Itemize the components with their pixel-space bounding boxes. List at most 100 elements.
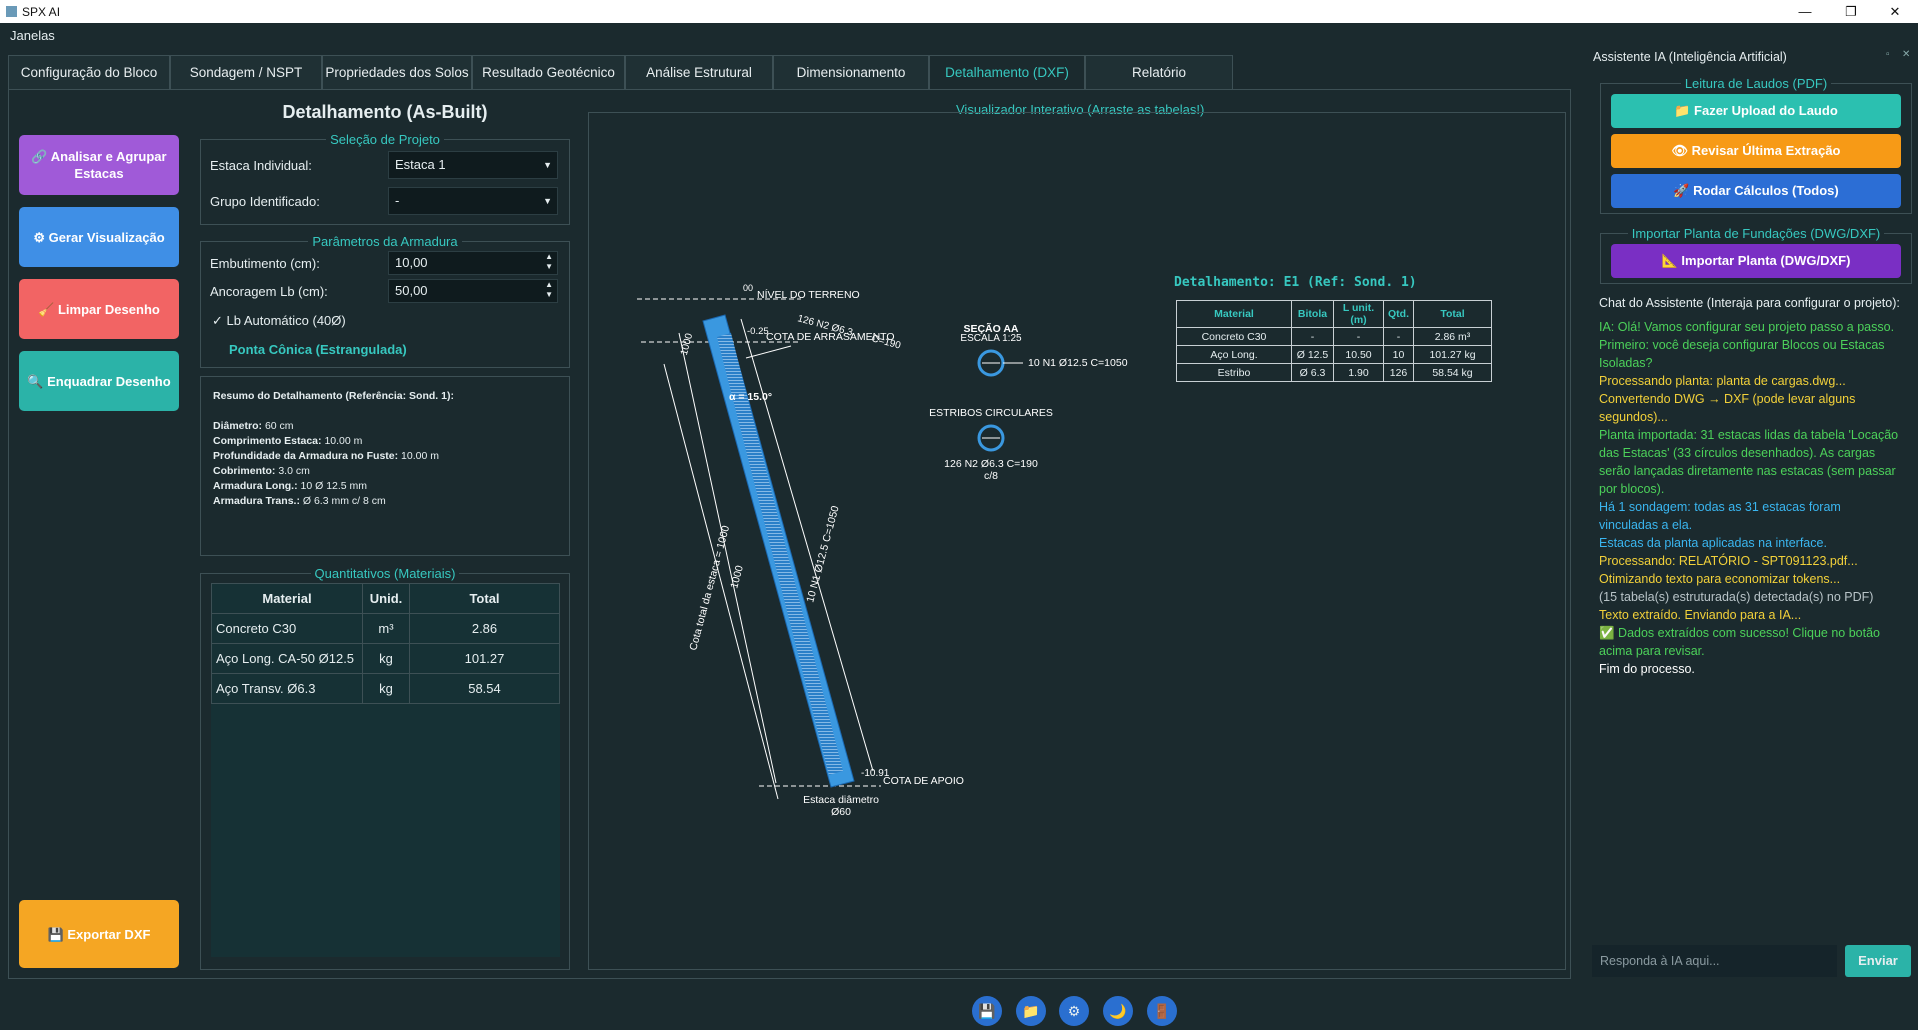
grupo-value: - — [395, 193, 400, 208]
tab-relatorio[interactable]: Relatório — [1085, 55, 1233, 89]
grupo-select[interactable]: - ▼ — [388, 187, 558, 215]
dim-1000-top: 1000 — [679, 332, 695, 357]
table-row[interactable]: Concreto C30 m³ 2.86 — [211, 613, 560, 644]
enquadrar-desenho-button[interactable]: 🔍 Enquadrar Desenho — [19, 351, 179, 411]
tab-detalhamento[interactable]: Detalhamento (DXF) — [929, 55, 1085, 89]
close-button[interactable]: ✕ — [1872, 2, 1918, 21]
chat-message: IA: Olá! Vamos configurar seu projeto pa… — [1599, 320, 1895, 370]
tab-analise[interactable]: Análise Estrutural — [625, 55, 773, 89]
moon-icon[interactable]: 🌙 — [1103, 996, 1133, 1026]
minimize-button[interactable]: — — [1782, 2, 1828, 21]
estaca-label: Estaca Individual: — [210, 158, 312, 173]
table-row[interactable]: Aço Long. CA-50 Ø12.5 kg 101.27 — [211, 643, 560, 674]
tab-configuracao[interactable]: Configuração do Bloco — [8, 55, 170, 89]
rodar-calculos-button[interactable]: 🚀 Rodar Cálculos (Todos) — [1611, 174, 1901, 208]
float-icon[interactable]: ▫ — [1886, 49, 1890, 60]
terreno-value: 00 — [743, 283, 753, 293]
tab-resultado[interactable]: Resultado Geotécnico — [472, 55, 625, 89]
tab-sondagem[interactable]: Sondagem / NSPT — [170, 55, 322, 89]
col-material: Material — [211, 583, 363, 614]
chat-message: Convertendo DWG → DXF (pode levar alguns… — [1599, 392, 1856, 424]
gear-icon[interactable]: ⚙ — [1059, 996, 1089, 1026]
close-panel-icon[interactable]: ✕ — [1902, 49, 1910, 60]
spin-arrows-icon[interactable]: ▲ ▼ — [545, 252, 553, 272]
diametro-label: Estaca diâmetro — [803, 794, 879, 806]
drawing-canvas[interactable]: 00 NÍVEL DO TERRENO -0.25 COTA DE ARRASA… — [589, 113, 1567, 971]
chat-message: ✅ Dados extraídos com sucesso! Clique no… — [1599, 626, 1880, 658]
leitura-legend: Leitura de Laudos (PDF) — [1684, 76, 1828, 91]
embutimento-value: 10,00 — [395, 255, 428, 270]
tab-propriedades[interactable]: Propriedades dos Solos — [322, 55, 472, 89]
maximize-button[interactable]: ❐ — [1828, 2, 1874, 21]
apoio-label: COTA DE APOIO — [883, 775, 964, 787]
revisar-extracao-button[interactable]: 👁 Revisar Última Extração — [1611, 134, 1901, 168]
table-row: Estribo Ø 6.3 1.90 126 58.54 kg — [1176, 363, 1492, 382]
chat-message: (15 tabela(s) estruturada(s) detectada(s… — [1599, 590, 1874, 604]
table-row: Concreto C30- - -2.86 m³ — [1176, 327, 1492, 346]
resumo-box: Resumo do Detalhamento (Referência: Sond… — [200, 376, 570, 556]
upload-laudo-button[interactable]: 📁 Fazer Upload do Laudo — [1611, 94, 1901, 128]
exportar-dxf-button[interactable]: 💾 Exportar DXF — [19, 900, 179, 968]
resumo-row: Armadura Trans.: Ø 6.3 mm c/ 8 cm — [213, 495, 386, 507]
chat-message: Processando planta: planta de cargas.dwg… — [1599, 374, 1846, 388]
enviar-button[interactable]: Enviar — [1845, 945, 1911, 977]
chat-message: Fim do processo. — [1599, 662, 1695, 676]
chat-message: Estacas da planta aplicadas na interface… — [1599, 536, 1827, 550]
ancoragem-label: Ancoragem Lb (cm): — [210, 284, 328, 299]
dxf-viewer[interactable]: 00 NÍVEL DO TERRENO -0.25 COTA DE ARRASA… — [588, 112, 1566, 970]
chat-input[interactable]: Responda à IA aqui... — [1592, 945, 1837, 977]
table-row[interactable]: Aço Transv. Ø6.3 kg 58.54 — [211, 673, 560, 704]
page-title: Detalhamento (As-Built) — [282, 102, 488, 122]
detalhamento-table[interactable]: Material Bitola L unit.(m) Qtd. Total Concre… — [1176, 300, 1492, 382]
estribo-label: 126 N2 Ø6.3 C=190 — [944, 458, 1038, 470]
analisar-agrupar-button[interactable]: 🔗 Analisar e Agrupar Estacas — [19, 135, 179, 195]
armadura-legend: Parâmetros da Armadura — [312, 234, 458, 249]
cota-total-label: Cota total da estaca = 1000 — [687, 524, 732, 652]
chevron-down-icon: ▼ — [543, 160, 552, 170]
detalhamento-table-title[interactable]: Detalhamento: E1 (Ref: Sond. 1) — [1174, 275, 1417, 290]
resumo-row: Armadura Long.: 10 Ø 12.5 mm — [213, 480, 368, 492]
importar-planta-button[interactable]: 📐 Importar Planta (DWG/DXF) — [1611, 244, 1901, 278]
alpha-label: α = 15.0° — [729, 391, 772, 403]
chat-message: Planta importada: 31 estacas lidas da ta… — [1599, 428, 1899, 496]
app-logo-icon — [6, 6, 17, 17]
grupo-label: Grupo Identificado: — [210, 194, 320, 209]
chat-message: Texto extraído. Enviando para a IA... — [1599, 608, 1802, 622]
ponta-conica-checkbox[interactable]: Ponta Cônica (Estrangulada) — [229, 342, 407, 357]
estaca-value: Estaca 1 — [395, 157, 446, 172]
chat-log[interactable]: IA: Olá! Vamos configurar seu projeto pa… — [1599, 318, 1900, 938]
ancoragem-value: 50,00 — [395, 283, 428, 298]
resumo-row: Diâmetro: 60 cm — [213, 420, 294, 432]
estaca-select[interactable]: Estaca 1 ▼ — [388, 151, 558, 179]
secao-n1-label: 10 N1 Ø12.5 C=1050 — [1028, 357, 1128, 369]
col-unid: Unid. — [362, 583, 410, 614]
embutimento-label: Embutimento (cm): — [210, 256, 320, 271]
tab-dimensionamento[interactable]: Dimensionamento — [773, 55, 929, 89]
app-title: SPX AI — [22, 5, 61, 19]
importar-legend: Importar Planta de Fundações (DWG/DXF) — [1631, 226, 1881, 241]
ancoragem-spinbox[interactable]: 50,00 ▲ ▼ — [388, 279, 558, 303]
resumo-row: Comprimento Estaca: 10.00 m — [213, 435, 363, 447]
gerar-visualizacao-button[interactable]: ⚙ Gerar Visualização — [19, 207, 179, 267]
exit-icon[interactable]: 🚪 — [1147, 996, 1177, 1026]
tab-bar: Configuração do Bloco Sondagem / NSPT Pr… — [8, 55, 1233, 89]
table-row: Aço Long. Ø 12.5 10.50 10 101.27 kg — [1176, 345, 1492, 364]
spin-arrows-icon[interactable]: ▲ ▼ — [545, 280, 553, 300]
bottom-toolbar — [0, 983, 1918, 1030]
embutimento-spinbox[interactable]: 10,00 ▲ ▼ — [388, 251, 558, 275]
secao-escala: ESCALA 1:25 — [960, 333, 1022, 344]
col-total: Total — [409, 583, 560, 614]
chat-label: Chat do Assistente (Interaja para config… — [1599, 296, 1900, 310]
menu-janelas[interactable]: Janelas — [10, 28, 55, 43]
selecao-legend: Seleção de Projeto — [330, 132, 440, 147]
chevron-down-icon: ▼ — [543, 196, 552, 206]
lb-automatico-checkbox[interactable]: ✓ Lb Automático (40Ø) — [212, 313, 346, 329]
resumo-title: Resumo do Detalhamento (Referência: Sond… — [213, 390, 454, 402]
chat-message: Processando: RELATÓRIO - SPT091123.pdf..… — [1599, 554, 1858, 568]
dim-line-1000 — [663, 363, 779, 800]
limpar-desenho-button[interactable]: 🧹 Limpar Desenho — [19, 279, 179, 339]
dim-line-n1 — [740, 318, 874, 772]
chat-message: Há 1 sondagem: todas as 31 estacas foram… — [1599, 500, 1841, 532]
folder-icon[interactable]: 📁 — [1016, 996, 1046, 1026]
save-icon[interactable]: 💾 — [972, 996, 1002, 1026]
